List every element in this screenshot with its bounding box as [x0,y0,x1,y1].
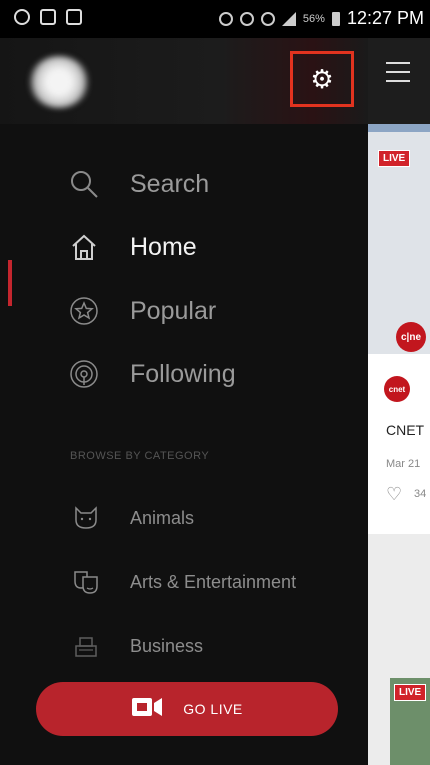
go-live-button[interactable]: GO LIVE [36,682,338,736]
status-bar: 56% 12:27 PM [0,0,430,38]
star-icon [66,293,102,329]
nav-item-following[interactable]: Following [0,346,368,402]
video-camera-icon [131,696,165,723]
video-thumbnail[interactable]: LIVE c|ne [368,124,430,354]
section-label: BROWSE BY CATEGORY [70,450,210,462]
heart-icon[interactable]: ♡ [386,484,402,505]
gallery-icon [40,9,56,25]
gear-icon: ⚙ [310,64,334,94]
avatar[interactable] [28,56,90,108]
card-date: Mar 21 [386,458,421,470]
cat-icon [70,502,102,534]
video-thumbnail-2[interactable]: LIVE [390,678,430,765]
feed-background: LIVE c|ne cnet CNET Mar 21 ♡ 34 LIVE [368,38,430,765]
nav-label-popular: Popular [130,296,217,325]
category-item-animals[interactable]: Animals [0,492,368,544]
category-label-animals: Animals [130,507,195,528]
live-badge-2: LIVE [394,684,427,701]
go-live-label: GO LIVE [183,701,243,717]
status-left-icons [14,9,82,25]
feed-topbar [368,38,430,124]
cash-register-icon [70,630,102,662]
live-badge: LIVE [378,150,411,167]
mute-icon [218,11,233,26]
nav-item-popular[interactable]: Popular [0,283,368,339]
wifi-icon [260,11,275,26]
search-icon [66,166,102,202]
nav-item-search[interactable]: Search [0,156,368,212]
card-title: CNET [386,422,425,438]
alarm-icon [14,9,30,25]
battery-percent: 56% [302,12,325,25]
category-label-arts: Arts & Entertainment [130,571,297,592]
broadcast-icon [66,356,102,392]
drawer-header: ⚙ [0,38,368,124]
category-item-business[interactable]: Business [0,620,368,672]
signal-icon [281,11,296,26]
category-label-business: Business [130,635,204,656]
nav-item-home[interactable]: Home [0,219,368,275]
channel-logo: c|ne [396,322,426,352]
channel-avatar: cnet [384,376,410,402]
nav-label-home: Home [130,232,197,261]
menu-icon[interactable] [386,62,410,89]
settings-button[interactable]: ⚙ [290,51,354,107]
clock: 12:27 PM [346,8,424,28]
home-icon [66,229,102,265]
nav-label-following: Following [130,359,236,388]
theater-masks-icon [70,566,102,598]
nav-label-search: Search [130,169,210,198]
navigation-drawer: ⚙ Search Home Popular Following BROWSE B… [0,38,368,765]
card-likes: 34 [414,488,427,500]
video-top-strip [368,124,430,132]
alarm-clock-icon [239,11,254,26]
battery-icon [331,11,340,26]
category-item-arts[interactable]: Arts & Entertainment [0,556,368,608]
sim-icon [66,9,82,25]
status-right: 56% 12:27 PM [218,8,424,29]
feed-card[interactable]: cnet CNET Mar 21 ♡ 34 [368,354,430,534]
